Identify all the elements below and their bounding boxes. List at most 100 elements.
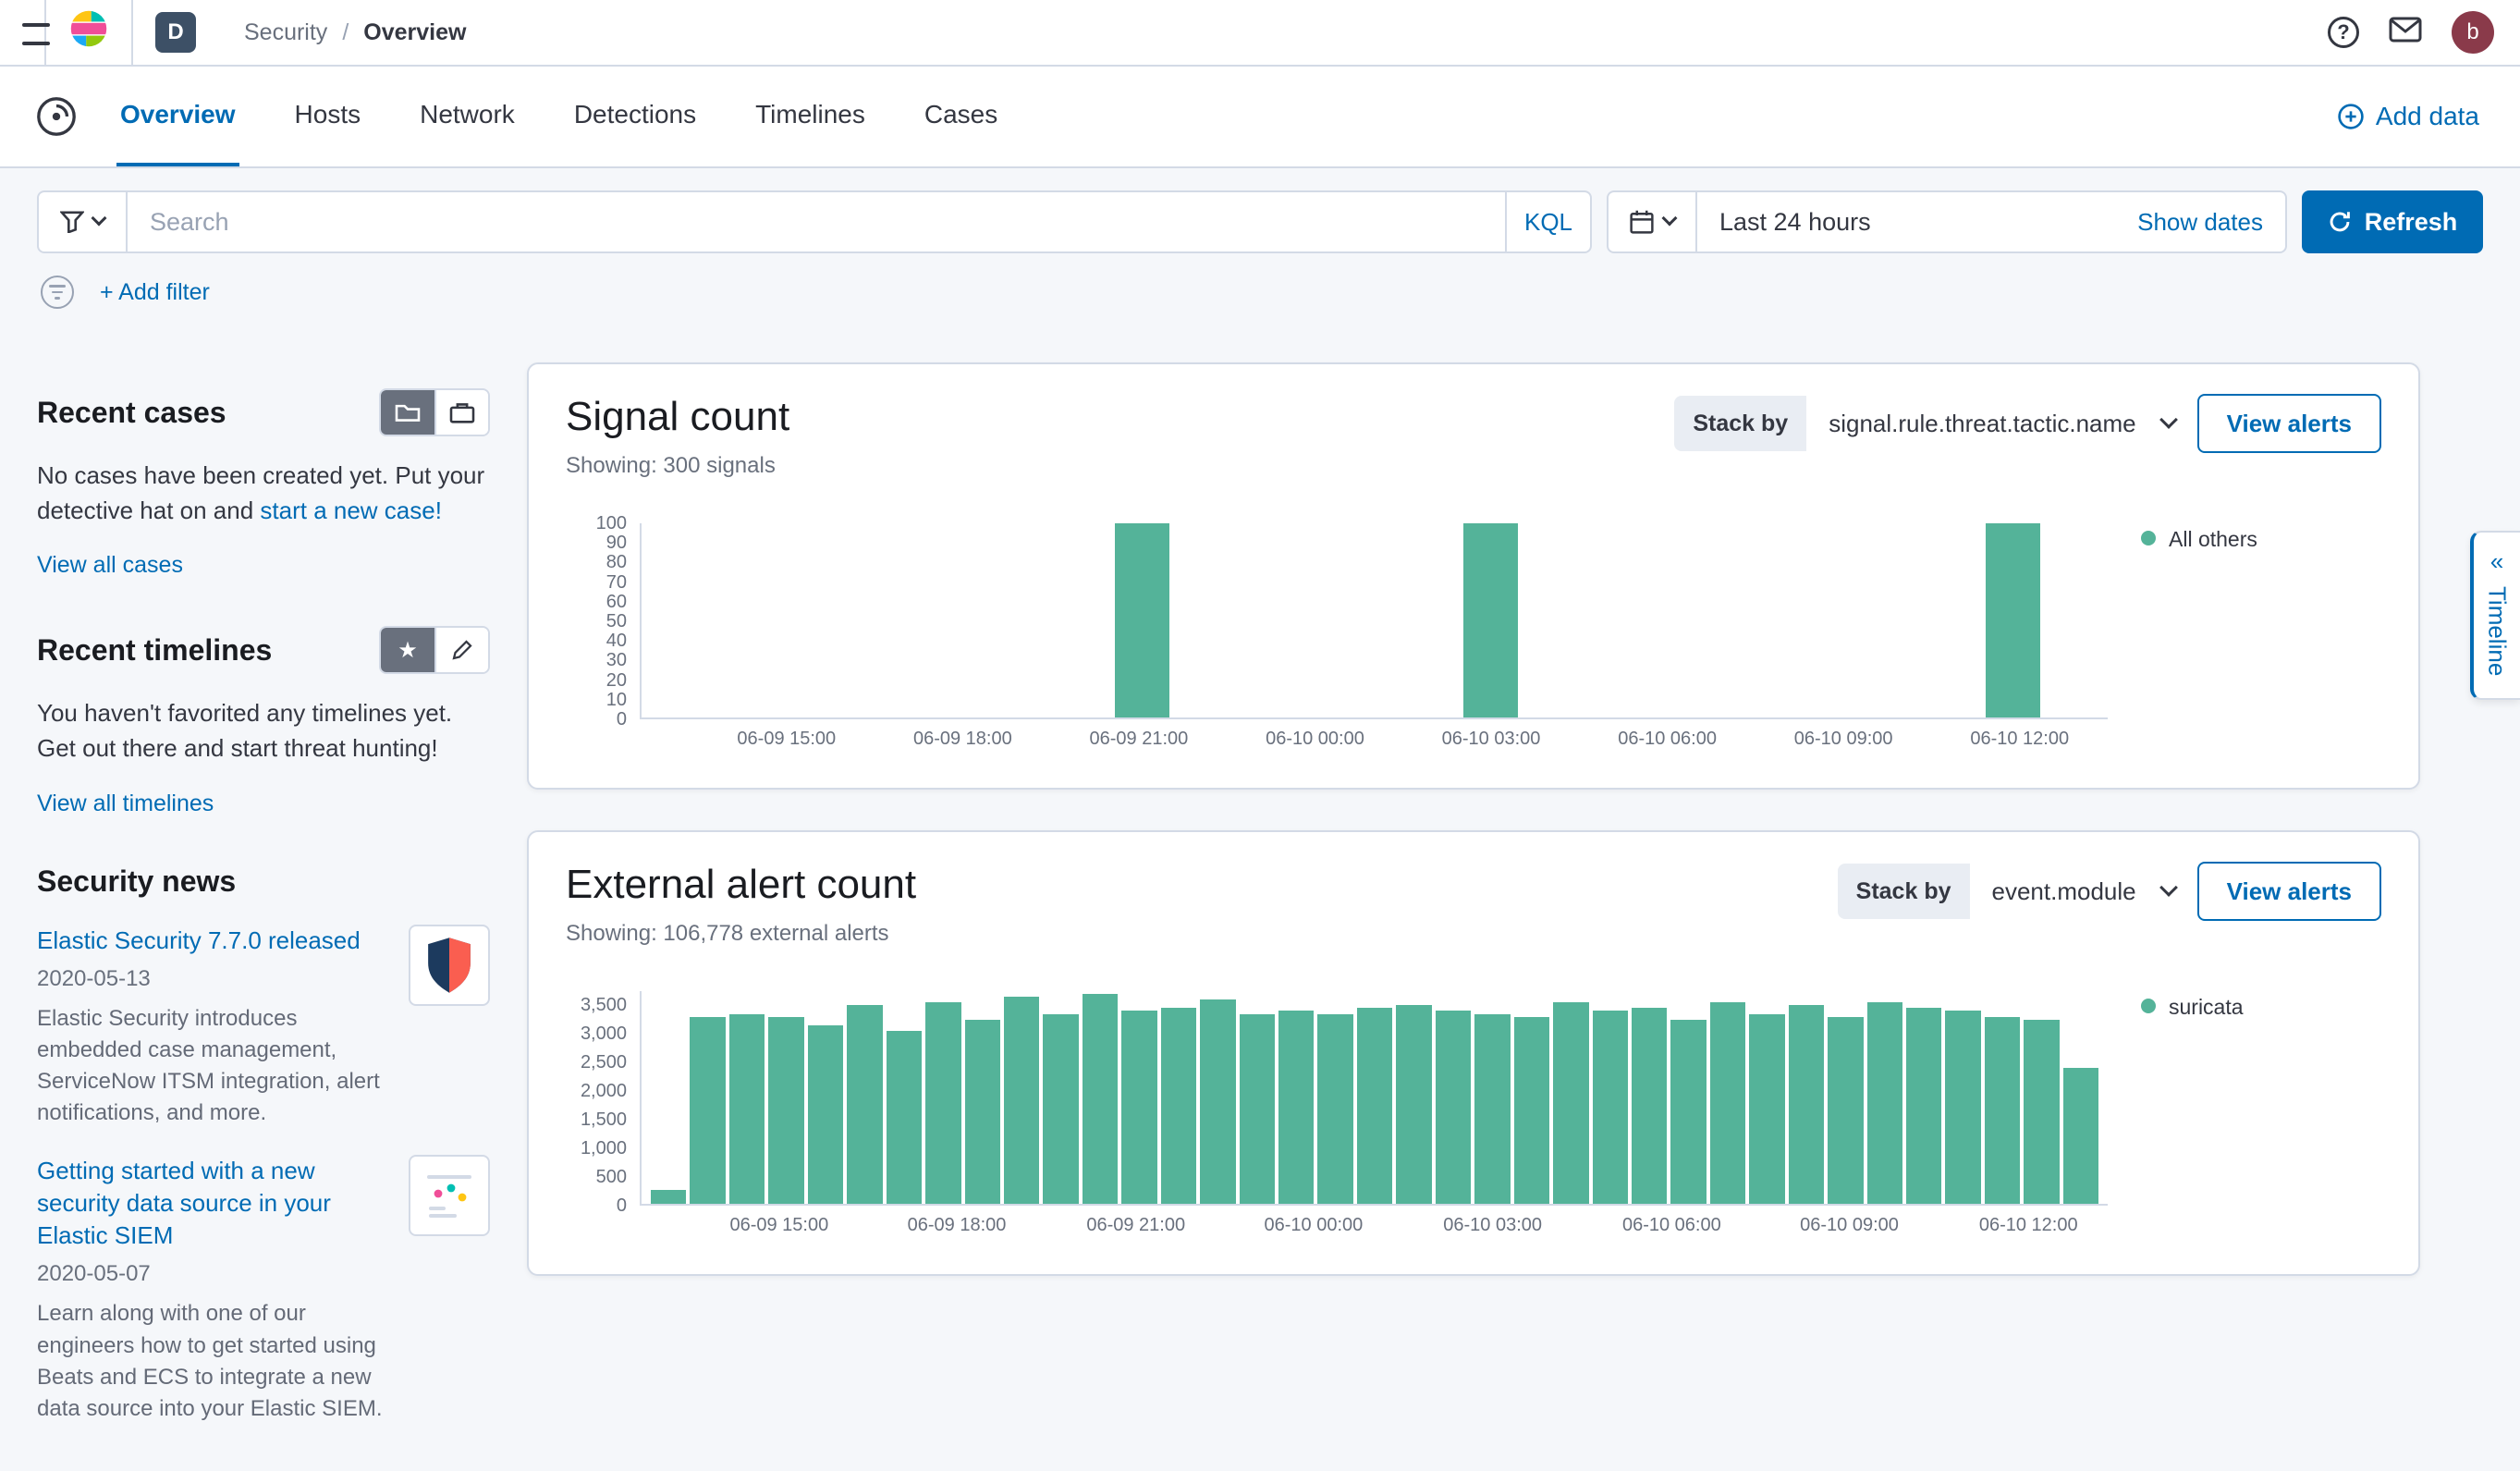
bar[interactable] bbox=[925, 1002, 961, 1204]
tab-overview[interactable]: Overview bbox=[116, 67, 239, 166]
chevron-down-icon bbox=[1661, 210, 1678, 227]
bar[interactable] bbox=[1356, 1008, 1393, 1204]
stack-by-label: Stack by bbox=[1674, 396, 1807, 451]
bar[interactable] bbox=[1592, 1011, 1628, 1204]
stack-by-select[interactable]: Stack by event.module bbox=[1837, 864, 2178, 919]
news-item-title-link[interactable]: Elastic Security 7.7.0 released bbox=[37, 925, 390, 957]
bar[interactable] bbox=[2024, 1019, 2060, 1204]
news-item-title-link[interactable]: Getting started with a new security data… bbox=[37, 1155, 390, 1252]
y-tick-label: 60 bbox=[606, 591, 627, 612]
tab-cases[interactable]: Cases bbox=[921, 67, 1001, 166]
bar[interactable] bbox=[1043, 1013, 1079, 1204]
bar[interactable] bbox=[964, 1019, 1000, 1204]
bar[interactable] bbox=[1474, 1013, 1511, 1204]
view-alerts-button[interactable]: View alerts bbox=[2196, 394, 2381, 453]
refresh-button[interactable]: Refresh bbox=[2302, 190, 2483, 253]
recent-cases-filter-group bbox=[379, 388, 490, 436]
bar[interactable] bbox=[1160, 1008, 1197, 1204]
timeline-flyout-button[interactable]: « Timeline bbox=[2470, 531, 2520, 701]
help-menu-button[interactable]: ? bbox=[2328, 17, 2359, 48]
pencil-icon bbox=[452, 640, 472, 660]
briefcase-icon bbox=[449, 403, 475, 423]
view-all-cases-link[interactable]: View all cases bbox=[37, 552, 183, 579]
y-tick-label: 500 bbox=[595, 1167, 627, 1188]
bar[interactable] bbox=[886, 1030, 923, 1204]
external-alert-count-panel: External alert count Showing: 106,778 ex… bbox=[527, 830, 2420, 1276]
bar[interactable] bbox=[1121, 1011, 1157, 1204]
bar[interactable] bbox=[807, 1024, 844, 1204]
y-tick-label: 0 bbox=[616, 709, 627, 729]
bar[interactable] bbox=[1553, 1002, 1589, 1204]
bar[interactable] bbox=[1239, 1013, 1275, 1204]
star-icon: ★ bbox=[398, 637, 418, 663]
elastic-logo[interactable] bbox=[68, 8, 109, 56]
start-new-case-link[interactable]: start a new case! bbox=[260, 496, 442, 524]
breadcrumb: Security / Overview bbox=[244, 19, 466, 46]
bar[interactable] bbox=[768, 1016, 804, 1204]
stack-by-select[interactable]: Stack by signal.rule.threat.tactic.name bbox=[1674, 396, 2178, 451]
bar[interactable] bbox=[1670, 1019, 1707, 1204]
bar[interactable] bbox=[847, 1005, 883, 1204]
bar[interactable] bbox=[1200, 999, 1236, 1204]
bar[interactable] bbox=[1082, 994, 1119, 1204]
tab-network[interactable]: Network bbox=[416, 67, 519, 166]
legend-item[interactable]: suricata bbox=[2108, 991, 2381, 1244]
help-icon: ? bbox=[2328, 17, 2359, 48]
legend-item[interactable]: All others bbox=[2108, 523, 2381, 758]
saved-query-menu-button[interactable] bbox=[39, 192, 128, 251]
signal-count-chart: 0 10 20 30 40 50 60 70 80 90 100 06-09 15:00 06-09 … bbox=[566, 514, 2108, 758]
show-dates-link[interactable]: Show dates bbox=[2137, 208, 2263, 237]
refresh-icon bbox=[2330, 212, 2350, 232]
recently-updated-cases-button[interactable] bbox=[434, 390, 488, 435]
bar[interactable] bbox=[651, 1189, 687, 1204]
bar[interactable] bbox=[1906, 1008, 1942, 1204]
kql-button[interactable]: KQL bbox=[1505, 192, 1590, 251]
bar[interactable] bbox=[1866, 1002, 1902, 1204]
bar[interactable] bbox=[1945, 1011, 1981, 1204]
tab-detections[interactable]: Detections bbox=[570, 67, 700, 166]
newsfeed-button[interactable] bbox=[2389, 17, 2422, 49]
breadcrumb-overview: Overview bbox=[363, 18, 467, 45]
y-tick-label: 2,500 bbox=[580, 1052, 627, 1073]
bar[interactable] bbox=[1317, 1013, 1353, 1204]
bar[interactable] bbox=[690, 1016, 726, 1204]
bar[interactable] bbox=[1788, 1005, 1825, 1204]
panel-subtitle: Showing: 300 signals bbox=[566, 453, 776, 478]
breadcrumb-security[interactable]: Security bbox=[244, 19, 327, 46]
bar[interactable] bbox=[1828, 1016, 1864, 1204]
bar[interactable] bbox=[1984, 1016, 2021, 1204]
bar[interactable] bbox=[1709, 1002, 1746, 1204]
filter-icon[interactable] bbox=[41, 276, 74, 309]
bar[interactable] bbox=[1463, 523, 1518, 717]
space-selector[interactable]: D bbox=[155, 12, 196, 53]
search-input[interactable] bbox=[128, 192, 1505, 251]
bar[interactable] bbox=[728, 1013, 765, 1204]
bar[interactable] bbox=[1435, 1011, 1472, 1204]
bar[interactable] bbox=[1396, 1005, 1432, 1204]
bar[interactable] bbox=[1513, 1016, 1550, 1204]
recent-timelines-filter-group: ★ bbox=[379, 626, 490, 675]
date-quick-select-button[interactable] bbox=[1609, 192, 1697, 251]
date-range-display[interactable]: Last 24 hours Show dates bbox=[1697, 192, 2285, 251]
recently-created-cases-button[interactable] bbox=[381, 390, 434, 435]
tab-hosts[interactable]: Hosts bbox=[291, 67, 365, 166]
recent-timelines-section: Recent timelines ★ You haven't favorited… bbox=[37, 626, 490, 817]
bar[interactable] bbox=[2062, 1067, 2099, 1204]
favorited-timelines-button[interactable]: ★ bbox=[381, 628, 434, 673]
bar[interactable] bbox=[1003, 997, 1040, 1204]
updated-timelines-button[interactable] bbox=[434, 628, 488, 673]
bar[interactable] bbox=[1115, 523, 1170, 717]
user-menu-button[interactable]: b bbox=[2452, 11, 2494, 54]
tab-timelines[interactable]: Timelines bbox=[752, 67, 869, 166]
stack-by-value: signal.rule.threat.tactic.name bbox=[1829, 409, 2136, 437]
y-tick-label: 40 bbox=[606, 631, 627, 652]
bar[interactable] bbox=[1749, 1013, 1785, 1204]
signal-count-panel: Signal count Showing: 300 signals Stack … bbox=[527, 362, 2420, 790]
view-all-timelines-link[interactable]: View all timelines bbox=[37, 791, 214, 817]
view-alerts-button[interactable]: View alerts bbox=[2196, 862, 2381, 921]
bar[interactable] bbox=[1631, 1008, 1668, 1204]
add-data-button[interactable]: Add data bbox=[2337, 67, 2479, 166]
bar[interactable] bbox=[1986, 523, 2041, 717]
add-filter-button[interactable]: + Add filter bbox=[100, 279, 210, 306]
bar[interactable] bbox=[1278, 1011, 1315, 1204]
